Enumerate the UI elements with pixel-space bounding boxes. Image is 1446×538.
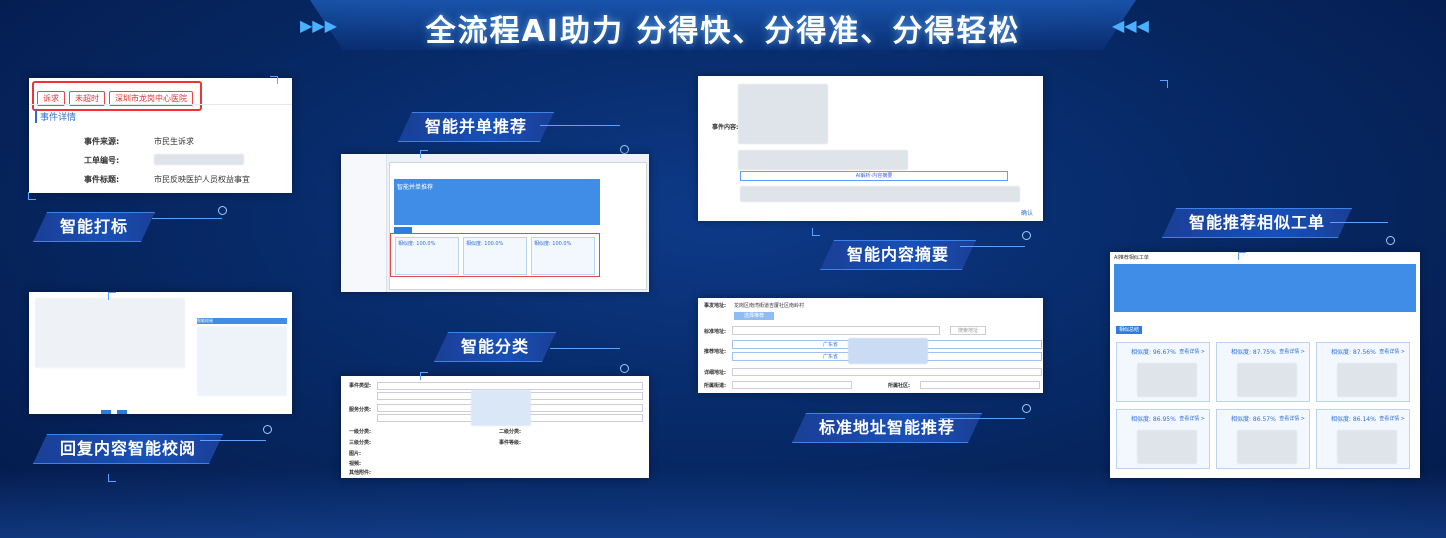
field-label: 一级分类: [349,429,371,435]
recommend-list: 相似度: 100.0% 相似度: 100.0% 相似度: 100.0% [390,233,600,277]
similar-card: AI推荐相似工单 相似总结 相似度: 96.67% 查看详情 > 相似度: 87… [1110,252,1420,478]
similar-summary-button[interactable]: 相似总结 [1116,326,1142,334]
confirm-link[interactable]: 确认 [1021,208,1033,217]
search-address-button[interactable]: 搜索地址 [950,326,986,335]
field-label: 工单编号: [84,156,120,165]
field-label: 事件来源: [84,137,120,146]
similar-item[interactable]: 相似度: 96.67% 查看详情 > [1116,342,1210,402]
field-label: 标准地址: [704,329,726,335]
skyline-background [0,468,1446,538]
review-card: 智能校阅 [29,292,292,414]
similar-title: AI推荐相似工单 [1114,255,1149,261]
standard-address-input[interactable] [732,326,940,335]
detail-address-input[interactable] [732,368,1042,376]
similar-item[interactable]: 相似度: 87.75% 查看详情 > [1216,342,1310,402]
blurred-value [154,154,244,165]
title-deco-left: ▶▶▶ [300,16,337,35]
similar-item[interactable]: 相似度: 86.14% 查看详情 > [1316,409,1410,469]
field-label: 其他附件: [349,470,371,476]
label-tagging: 智能打标 [33,212,155,242]
merge-card: 智能并单推荐 相似度: 100.0% 相似度: 100.0% 相似度: 100.… [341,154,649,292]
field-label: 服务分类: [349,407,371,413]
field-label: 详细地址: [704,370,726,376]
similar-header [1114,264,1416,312]
recommend-item[interactable]: 相似度: 100.0% [531,237,595,275]
field-label: 事件标题: [84,175,120,184]
recommend-item[interactable]: 相似度: 100.0% [395,237,459,275]
field-label: 所属街道: [704,383,726,389]
field-label: 推荐地址: [704,349,726,355]
field-value: 龙岗区南湾街道吉厦社区南岭村 [734,303,805,309]
content-label: 事件内容: [712,124,739,131]
field-label: 所属社区: [888,383,910,389]
review-button[interactable] [117,410,127,414]
field-value: 市民生诉求 [154,137,194,146]
field-label: 二级分类: [499,429,521,435]
similar-item[interactable]: 相似度: 86.95% 查看详情 > [1116,409,1210,469]
title-deco-right: ◀◀◀ [1112,16,1149,35]
field-label: 视频: [349,461,361,467]
label-summary: 智能内容摘要 [820,240,976,270]
label-merge: 智能并单推荐 [398,112,554,142]
field-label: 三级分类: [349,440,371,446]
field-value: 市民反映医护人员权益事宜 [154,175,250,184]
recommend-item[interactable]: 相似度: 100.0% [463,237,527,275]
review-header: 智能校阅 [197,318,287,324]
label-classify: 智能分类 [434,332,556,362]
similar-item[interactable]: 相似度: 86.57% 查看详情 > [1216,409,1310,469]
ai-summary-button[interactable]: AI解析·内容摘要 [740,171,1008,181]
field-label: 图片: [349,451,361,457]
page-title: 全流程AI助力 分得快、分得准、分得轻松 [425,14,1021,49]
summary-card: 事件内容: AI解析·内容摘要 确认 [698,76,1043,221]
community-select[interactable] [920,381,1040,389]
tagging-card: 诉求 未超时 深圳市龙岗中心医院 事件详情 事件来源: 市民生诉求 工单编号: 事件… [29,78,292,193]
section-title: 事件详情 [35,110,76,123]
review-button[interactable] [101,410,111,414]
address-card: 事发地址: 龙岗区南湾街道吉厦社区南岭村 选择推荐 标准地址: 搜索地址 推荐地… [698,298,1043,393]
tag-group: 诉求 未超时 深圳市龙岗中心医院 [32,81,202,111]
street-select[interactable] [732,381,852,389]
field-label: 事件类型: [349,383,371,389]
field-label: 事发地址: [704,303,726,309]
label-review: 回复内容智能校阅 [33,434,223,464]
classify-card: 事件类型: 服务分类: 一级分类: 二级分类: 三级分类: 事件等级: 图片: … [341,376,649,478]
field-label: 事件等级: [499,440,521,446]
select-recommend-button[interactable]: 选择推荐 [734,312,774,320]
merge-header: 智能并单推荐 [394,179,600,225]
label-similar: 智能推荐相似工单 [1162,208,1352,238]
similar-item[interactable]: 相似度: 87.56% 查看详情 > [1316,342,1410,402]
